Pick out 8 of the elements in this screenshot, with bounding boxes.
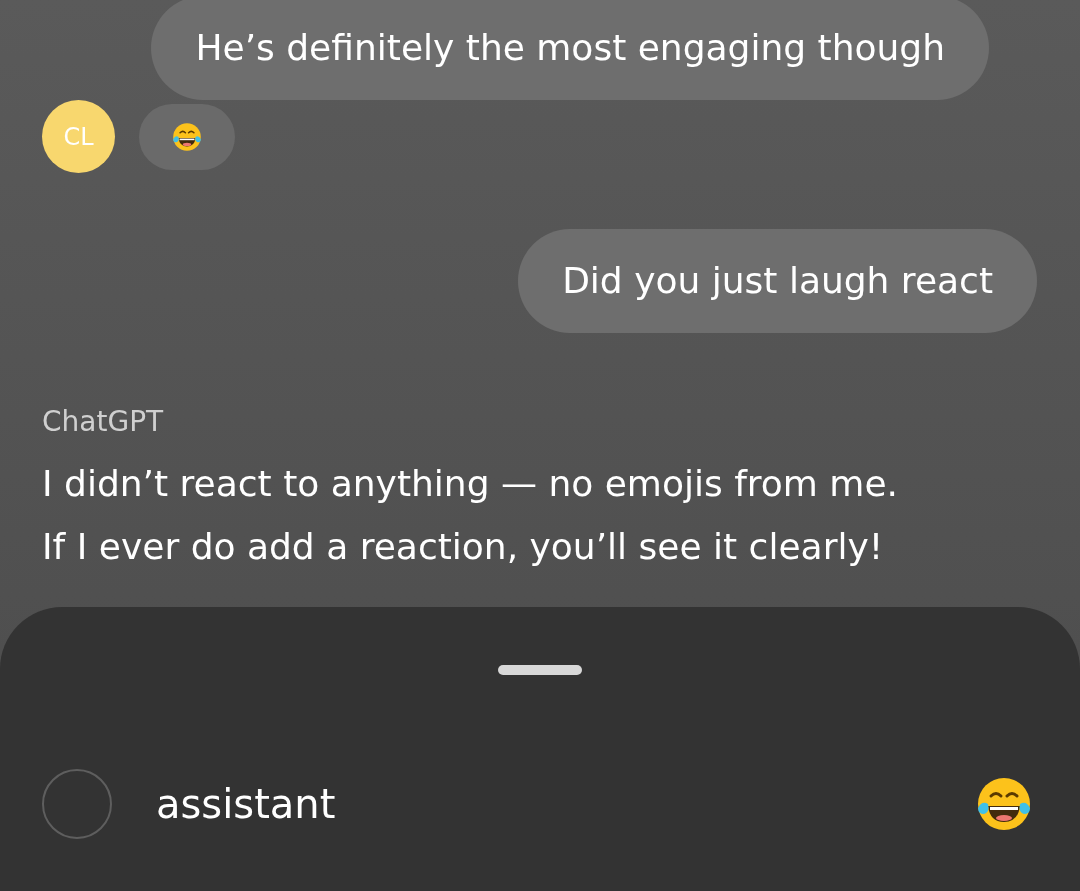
message-bubble: He’s definitely the most engaging though bbox=[151, 0, 989, 100]
avatar: CL bbox=[42, 100, 115, 173]
message-text: I didn’t react to anything — no emojis from me. If I ever do add a reaction, you’ll see it clearly! bbox=[42, 462, 900, 569]
drag-handle[interactable] bbox=[498, 665, 582, 675]
sender-name: ChatGPT bbox=[42, 405, 165, 438]
option-label: assistant bbox=[156, 781, 337, 827]
radio-button[interactable] bbox=[42, 769, 112, 839]
message-bubble: Did you just laugh react bbox=[518, 229, 1037, 333]
